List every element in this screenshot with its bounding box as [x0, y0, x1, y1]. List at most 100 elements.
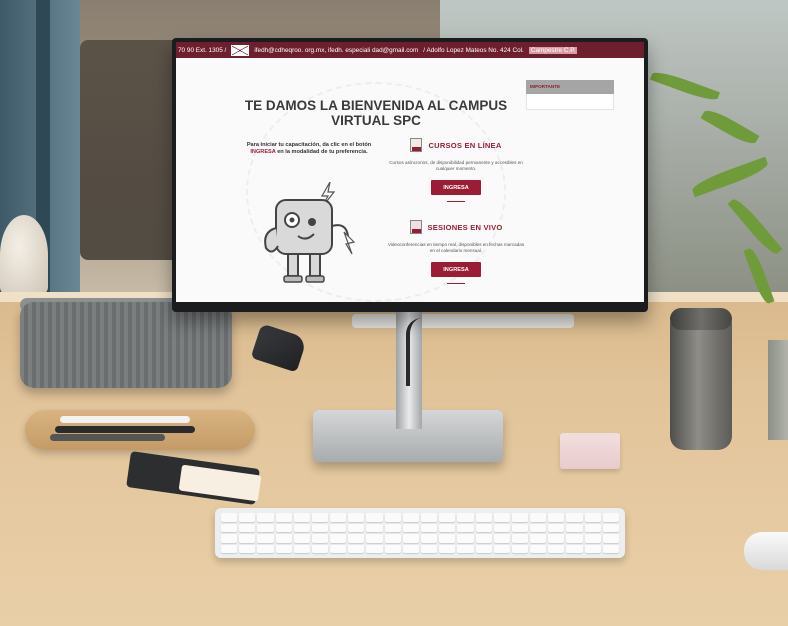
keyboard-key	[530, 513, 547, 522]
keyboard-key	[548, 534, 565, 543]
keyboard-key	[548, 513, 565, 522]
keyboard-key	[239, 544, 256, 553]
keyboard-key	[511, 523, 529, 532]
address-highlight: Campestre C.P.	[528, 46, 578, 54]
keyboard-key	[548, 544, 565, 553]
keyboard-key	[420, 513, 438, 522]
keyboard-key	[293, 534, 310, 543]
keyboard-key	[221, 523, 238, 532]
pen	[60, 416, 190, 423]
keyboard-key	[239, 513, 256, 522]
keyboard-key	[384, 513, 401, 522]
keyboard-key	[384, 534, 401, 543]
keyboard-key	[384, 544, 401, 553]
keyboard-key	[293, 513, 310, 522]
keyboard-key	[511, 534, 529, 543]
keyboard-key	[530, 544, 547, 553]
keyboard-key	[366, 513, 383, 522]
keyboard-key	[420, 534, 438, 543]
keyboard-key	[275, 513, 292, 522]
course-icon	[410, 138, 423, 152]
keyboard-key	[348, 534, 365, 543]
keyboard-key	[475, 513, 492, 522]
keyboard-key	[584, 534, 601, 543]
pen	[50, 434, 165, 441]
email-links[interactable]: ifedh@cdheqroo. org.mx, ifedh. especiali…	[254, 47, 418, 54]
monitor-screen: 70 90 Ext. 1305 / ifedh@cdheqroo. org.mx…	[176, 42, 644, 302]
keyboard-key	[493, 513, 510, 522]
divider	[447, 201, 465, 202]
keyboard-key	[566, 523, 583, 532]
keyboard-key	[239, 523, 256, 532]
course-live-title: SESIONES EN VIVO	[427, 222, 503, 232]
background-keyboard	[352, 314, 574, 328]
keyboard-key	[257, 513, 274, 522]
keyboard-key	[420, 544, 438, 553]
sticky-notes	[560, 433, 620, 469]
photo-scene: 70 90 Ext. 1305 / ifedh@cdheqroo. org.mx…	[0, 0, 788, 626]
keyboard-key	[493, 523, 510, 532]
important-body	[526, 94, 614, 110]
keyboard-key	[221, 544, 238, 553]
keyboard-key	[584, 523, 601, 532]
keyboard-key	[439, 534, 456, 543]
lamp	[0, 215, 48, 295]
phone-text: 70 90 Ext. 1305 /	[178, 46, 227, 54]
keyboard-key	[402, 513, 419, 522]
page-title: TE DAMOS LA BIENVENIDA AL CAMPUS VIRTUAL…	[244, 98, 508, 128]
keyboard-key	[348, 523, 365, 532]
keyboard-key	[457, 523, 474, 532]
course-live: SESIONES EN VIVO Videoconferencias en ti…	[386, 220, 526, 284]
contact-bar: 70 90 Ext. 1305 / ifedh@cdheqroo. org.mx…	[176, 42, 644, 58]
keyboard-key	[257, 544, 274, 553]
cable	[406, 318, 422, 386]
keyboard-key	[311, 544, 329, 553]
keyboard-key	[530, 534, 547, 543]
keyboard-key	[239, 534, 256, 543]
course-online-description: Cursos asíncronos, de disponibilidad per…	[389, 160, 523, 171]
course-live-description: Videoconferencias en tiempo real, dispon…	[387, 242, 525, 253]
water-bottle	[670, 312, 732, 450]
intro-before: Para iniciar tu capacitación, da clic en…	[246, 142, 372, 148]
ingresa-online-button[interactable]: INGRESA	[431, 180, 481, 195]
keyboard-key	[366, 534, 383, 543]
keyboard-key	[311, 513, 329, 522]
intro-highlight: INGRESA	[250, 148, 276, 155]
keyboard-key	[257, 534, 274, 543]
keyboard-key	[293, 523, 310, 532]
keyboard-key	[566, 534, 583, 543]
course-online-header: CURSOS EN LÍNEA	[386, 138, 526, 152]
keyboard-key	[330, 513, 347, 522]
keyboard-key	[493, 544, 510, 553]
divider	[447, 283, 465, 284]
keyboard-key	[584, 544, 601, 553]
keyboard-key	[366, 523, 383, 532]
keyboard-key	[330, 534, 347, 543]
keyboard-key	[475, 523, 492, 532]
keyboard-key	[602, 544, 619, 553]
important-panel: IMPORTANTE	[526, 80, 614, 110]
keyboard-key	[348, 513, 365, 522]
ingresa-live-button[interactable]: INGRESA	[431, 262, 481, 277]
course-live-header: SESIONES EN VIVO	[386, 220, 526, 234]
keyboard-key	[566, 544, 583, 553]
mouse	[744, 532, 788, 570]
course-online: CURSOS EN LÍNEA Cursos asíncronos, de di…	[386, 138, 526, 202]
keyboard-key	[439, 544, 456, 553]
video-icon	[409, 220, 422, 234]
keyboard-key	[221, 534, 238, 543]
keyboard-key	[275, 523, 292, 532]
address-text: / Adolfo Lopez Mateos No. 424 Col.	[423, 46, 524, 54]
speaker	[20, 302, 232, 388]
keyboard-key	[530, 523, 547, 532]
intro-after: en la modalidad de tu preferencia.	[277, 148, 368, 155]
keyboard-key	[275, 534, 292, 543]
keyboard-key	[511, 544, 529, 553]
keyboard-key	[457, 513, 474, 522]
keyboard-key	[602, 523, 619, 532]
keyboard-key	[402, 534, 419, 543]
keyboard-key	[475, 534, 492, 543]
mascot-icon	[264, 182, 356, 283]
keyboard-key	[348, 544, 365, 553]
keyboard-key	[366, 544, 383, 553]
